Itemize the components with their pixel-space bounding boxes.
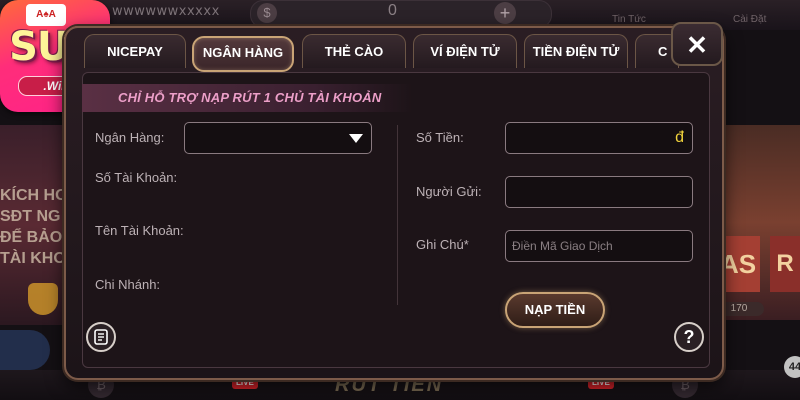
amount-input[interactable]	[506, 123, 692, 153]
tab-ngan-hang[interactable]: NGÂN HÀNG	[192, 36, 294, 72]
bank-label: Ngân Hàng:	[95, 130, 165, 145]
add-balance-icon: +	[494, 2, 516, 24]
tab-tien-dien-tu[interactable]: TIỀN ĐIỆN TỬ	[524, 34, 628, 68]
receipt-icon	[94, 329, 108, 345]
dollar-icon: $	[257, 3, 277, 23]
settings-label: Cài Đặt	[733, 14, 767, 25]
amount-field[interactable]: đ	[505, 122, 693, 154]
account-number-label: Số Tài Khoản:	[95, 170, 178, 185]
form-divider	[397, 125, 398, 305]
tab-the-cao[interactable]: THẺ CÀO	[302, 34, 406, 68]
balance-value: 0	[388, 2, 397, 19]
note-label: Ghi Chú*	[416, 237, 469, 252]
branch-label: Chi Nhánh:	[95, 277, 161, 292]
username-text: wwwwwwxxxxx	[112, 4, 220, 19]
sender-input[interactable]	[506, 177, 692, 207]
notification-count-badge: 44	[784, 356, 800, 378]
logo-cards: A♠A	[26, 4, 66, 26]
help-icon: ?	[683, 327, 695, 347]
close-icon: ✕	[686, 30, 708, 60]
close-button[interactable]: ✕	[671, 22, 723, 66]
shield-icon	[28, 283, 58, 315]
note-field[interactable]	[505, 230, 693, 262]
form-panel	[82, 72, 710, 368]
tab-vi-dien-tu[interactable]: VÍ ĐIỆN TỬ	[413, 34, 517, 68]
lobby-game-thumb	[0, 330, 50, 370]
account-name-label: Tên Tài Khoản:	[95, 223, 184, 238]
deposit-button[interactable]: NẠP TIỀN	[505, 292, 605, 328]
history-button[interactable]	[86, 322, 116, 352]
tab-nicepay[interactable]: NICEPAY	[84, 34, 186, 68]
notice-text: CHỈ HỖ TRỢ NẠP RÚT 1 CHỦ TÀI KHOẢN	[118, 90, 382, 105]
amount-label: Số Tiền:	[416, 130, 464, 145]
news-label: Tin Tức	[612, 14, 646, 25]
bank-select[interactable]	[184, 122, 372, 154]
chevron-down-icon	[349, 134, 363, 143]
game-card-r: R	[770, 236, 800, 292]
currency-symbol: đ	[675, 129, 684, 146]
sender-label: Người Gửi:	[416, 184, 482, 199]
sender-field[interactable]	[505, 176, 693, 208]
note-input[interactable]	[506, 231, 692, 261]
help-button[interactable]: ?	[674, 322, 704, 352]
